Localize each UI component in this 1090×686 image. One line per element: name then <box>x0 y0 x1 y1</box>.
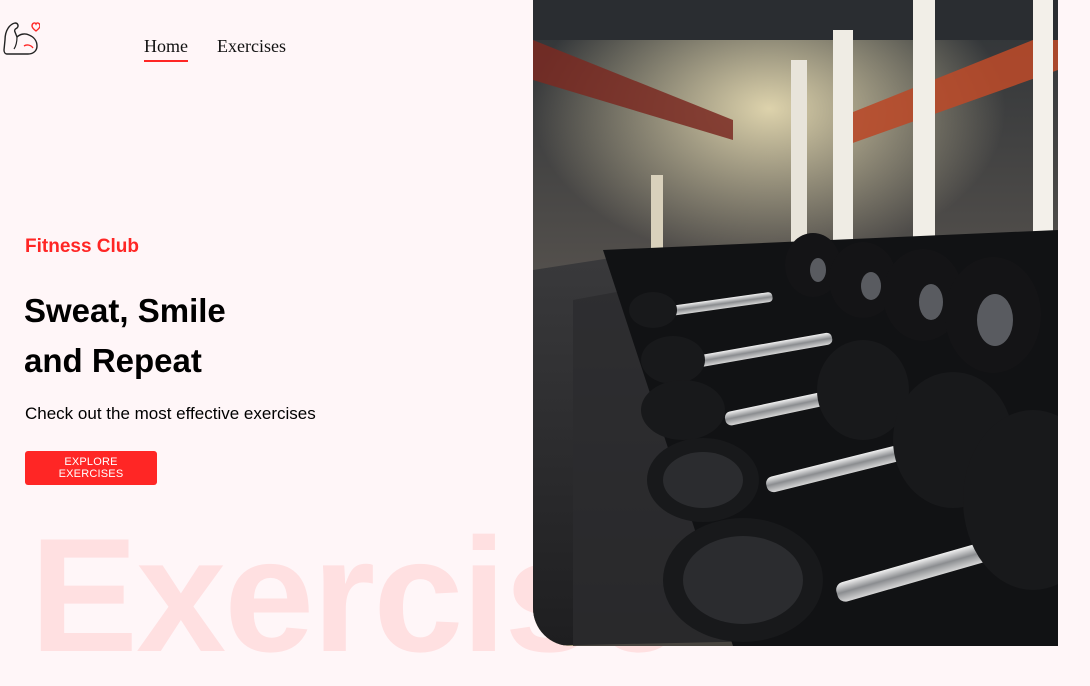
explore-exercises-button[interactable]: EXPLORE EXERCISES <box>25 451 157 485</box>
logo-flexing-arm-heart-icon[interactable] <box>2 18 41 58</box>
hero-headline: Sweat, Smile and Repeat <box>24 286 226 386</box>
hero-eyebrow: Fitness Club <box>25 236 140 257</box>
hero-subtext: Check out the most effective exercises <box>25 404 316 423</box>
hero-headline-line1: Sweat, Smile <box>24 292 226 329</box>
nav-exercises-link[interactable]: Exercises <box>217 36 286 62</box>
hero-banner-image <box>533 0 1058 646</box>
main-nav: Home Exercises <box>144 36 286 62</box>
nav-home-link[interactable]: Home <box>144 36 188 62</box>
hero-headline-line2: and Repeat <box>24 342 202 379</box>
